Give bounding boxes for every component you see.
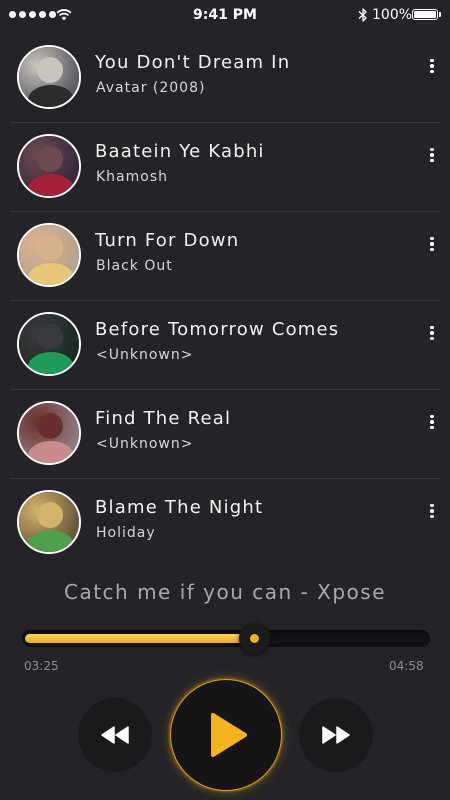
song-artist: Black Out <box>96 258 173 274</box>
song-title: Find The Real <box>95 408 232 429</box>
more-options-icon[interactable] <box>422 234 442 254</box>
song-artist: Holiday <box>96 525 156 541</box>
album-art <box>17 223 81 287</box>
play-button[interactable] <box>170 679 282 791</box>
fast-forward-button[interactable] <box>299 698 373 772</box>
battery-icon <box>412 9 438 20</box>
song-row[interactable]: Find The Real <Unknown> <box>10 390 440 479</box>
elapsed-time: 03:25 <box>24 659 59 673</box>
album-art <box>17 134 81 198</box>
now-playing-title: Catch me if you can - Xpose <box>63 580 386 604</box>
bluetooth-icon <box>358 8 367 22</box>
song-title: Before Tomorrow Comes <box>95 319 340 340</box>
song-artist: Khamosh <box>96 169 169 185</box>
rewind-button[interactable] <box>78 698 152 772</box>
song-list: You Don't Dream In Avatar (2008) Baatein Y… <box>0 34 450 568</box>
progress-fill <box>25 634 254 643</box>
song-artist: <Unknown> <box>96 347 194 363</box>
song-row[interactable]: Blame The Night Holiday <box>10 479 440 568</box>
album-art <box>17 490 81 554</box>
song-row[interactable]: Turn For Down Black Out <box>10 212 440 301</box>
more-options-icon[interactable] <box>422 323 442 343</box>
fast-forward-icon <box>322 726 350 744</box>
album-art <box>17 401 81 465</box>
more-options-icon[interactable] <box>422 501 442 521</box>
rewind-icon <box>101 726 129 744</box>
song-title: You Don't Dream In <box>95 52 291 73</box>
more-options-icon[interactable] <box>422 145 442 165</box>
total-time: 04:58 <box>389 659 424 673</box>
more-options-icon[interactable] <box>422 56 442 76</box>
battery-percent: 100% <box>372 7 413 23</box>
play-icon <box>211 713 247 757</box>
album-art <box>17 45 81 109</box>
progress-slider[interactable] <box>22 623 430 654</box>
more-options-icon[interactable] <box>422 412 442 432</box>
song-row[interactable]: You Don't Dream In Avatar (2008) <box>10 34 440 123</box>
song-title: Blame The Night <box>95 497 264 518</box>
album-art <box>17 312 81 376</box>
song-row[interactable]: Baatein Ye Kabhi Khamosh <box>10 123 440 212</box>
song-artist: Avatar (2008) <box>96 80 206 96</box>
progress-thumb[interactable] <box>239 623 270 654</box>
status-bar: 9:41 PM 100% <box>0 0 450 32</box>
song-artist: <Unknown> <box>96 436 194 452</box>
song-row[interactable]: Before Tomorrow Comes <Unknown> <box>10 301 440 390</box>
song-title: Turn For Down <box>95 230 240 251</box>
song-title: Baatein Ye Kabhi <box>95 141 265 162</box>
